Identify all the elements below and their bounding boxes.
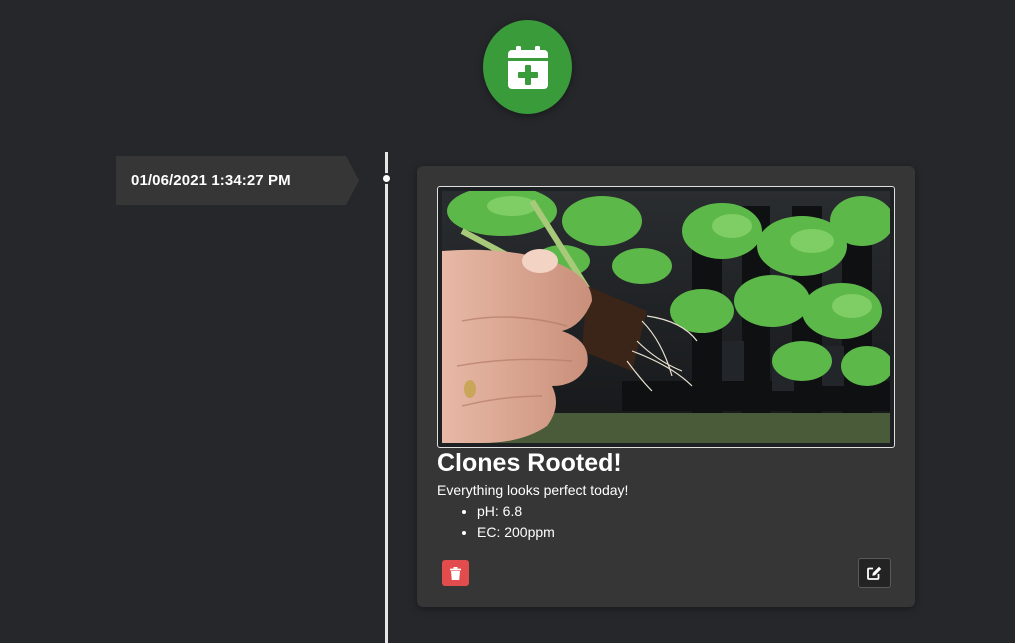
metric-ph: pH: 6.8 — [477, 501, 555, 522]
entry-date: 01/06/2021 1:34:27 PM — [131, 172, 291, 189]
timeline-dot — [381, 173, 392, 184]
entry-metrics-list: pH: 6.8 EC: 200ppm — [437, 501, 555, 543]
calendar-plus-icon — [507, 46, 548, 89]
edit-icon — [867, 566, 882, 580]
metric-ec: EC: 200ppm — [477, 522, 555, 543]
journal-timeline-page: 01/06/2021 1:34:27 PM Clones Rooted! Eve… — [0, 0, 1015, 643]
rooted-clone-photo — [442, 191, 890, 443]
entry-title: Clones Rooted! — [437, 449, 622, 477]
delete-entry-button[interactable] — [442, 560, 469, 586]
trash-icon — [450, 566, 461, 580]
entry-date-tag: 01/06/2021 1:34:27 PM — [116, 156, 359, 205]
journal-entry-card: Clones Rooted! Everything looks perfect … — [417, 166, 915, 607]
timeline-line — [385, 152, 388, 643]
entry-photo[interactable] — [437, 186, 895, 448]
entry-note: Everything looks perfect today! — [437, 482, 629, 498]
edit-entry-button[interactable] — [858, 558, 891, 588]
add-entry-button[interactable] — [483, 20, 572, 114]
